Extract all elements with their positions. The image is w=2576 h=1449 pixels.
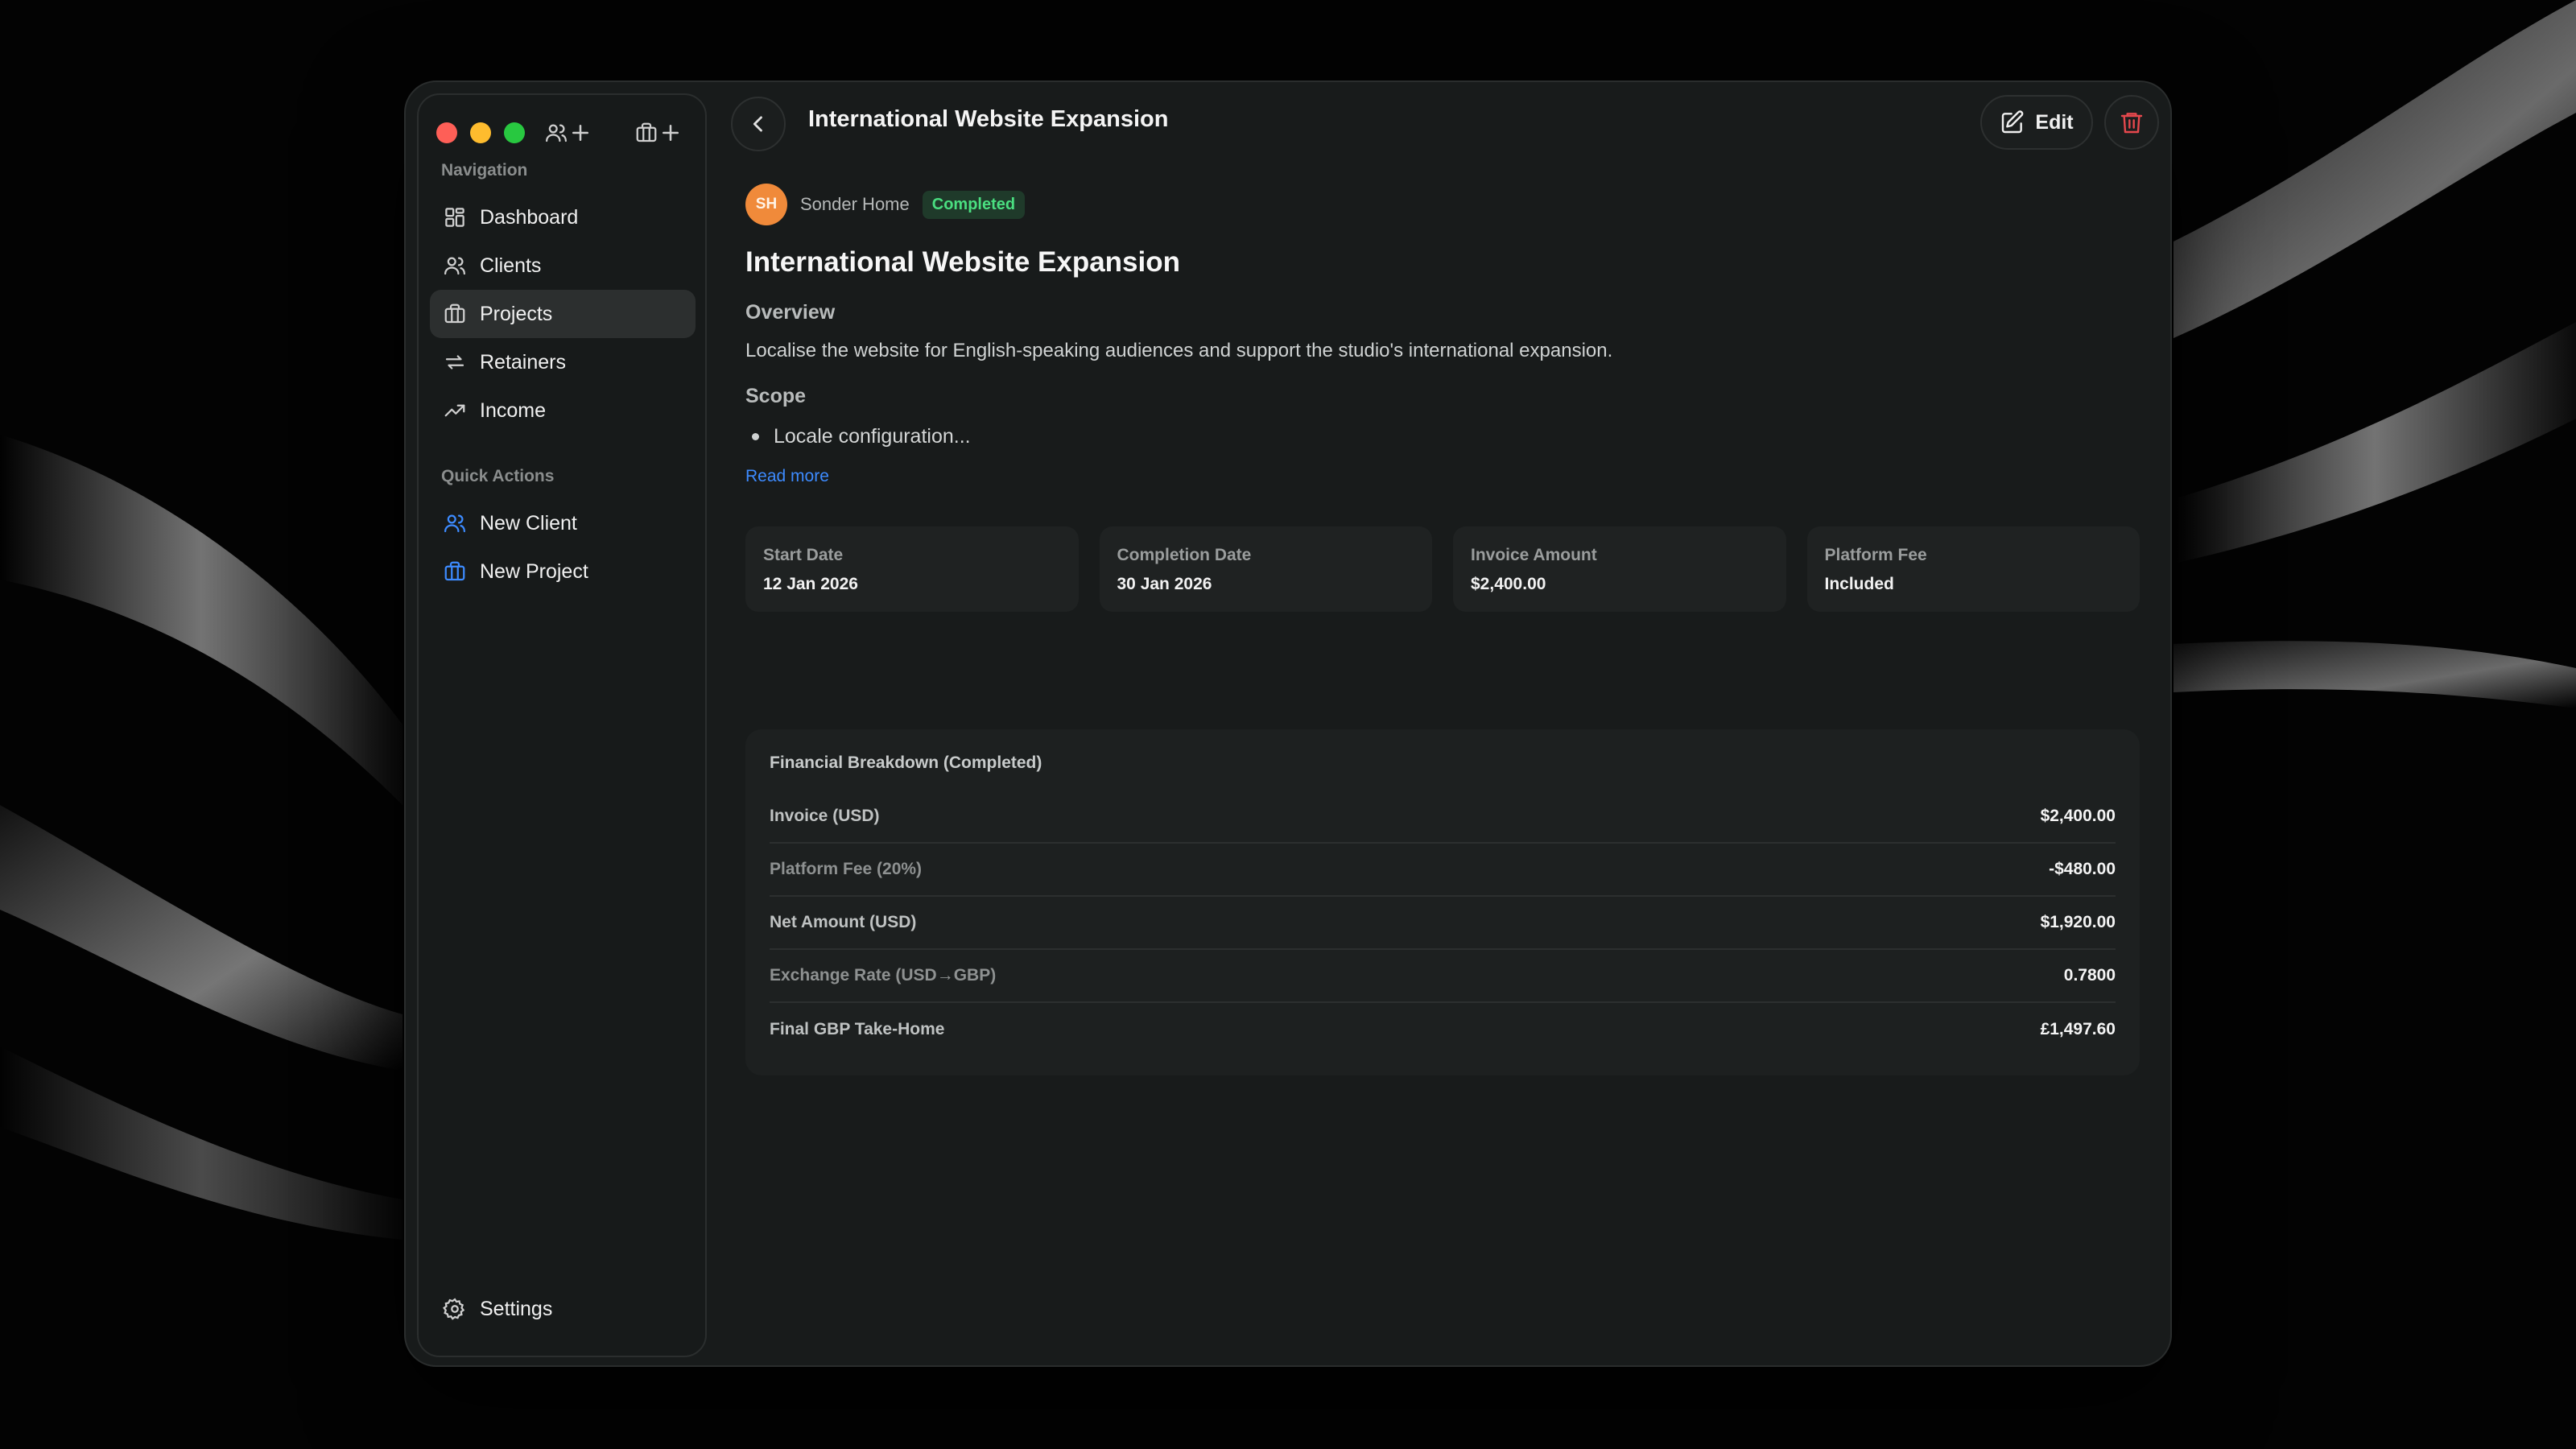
sidebar-item-label: Income	[480, 398, 546, 422]
briefcase-icon	[444, 561, 465, 581]
add-client-toolbar	[544, 118, 592, 148]
financial-breakdown: Financial Breakdown (Completed) Invoice …	[745, 729, 2140, 1075]
plus-icon	[572, 125, 588, 141]
table-row: Final GBP Take-Home £1,497.60	[770, 1003, 2116, 1056]
breakdown-value: $2,400.00	[2040, 807, 2116, 825]
edit-button-label: Edit	[2035, 110, 2074, 134]
bullet	[752, 433, 759, 440]
quick-action-label: New Client	[480, 511, 577, 535]
sidebar: Navigation Dashboard Clients Projects Re…	[417, 93, 707, 1357]
scope-item-text: Locale configuration...	[774, 425, 971, 448]
edit-icon	[2002, 110, 2024, 134]
stat-value: 12 Jan 2026	[763, 575, 858, 593]
client-name[interactable]: Sonder Home	[800, 194, 910, 215]
breakdown-value: £1,497.60	[2040, 1020, 2116, 1038]
table-row: Exchange Rate (USD→GBP) 0.7800	[770, 950, 2116, 1003]
add-project-toolbar	[634, 118, 683, 148]
overview-label: Overview	[745, 301, 836, 324]
edit-button[interactable]: Edit	[1980, 95, 2093, 150]
stat-value: Included	[1824, 575, 1894, 593]
breakdown-value: $1,920.00	[2040, 913, 2116, 931]
breakdown-label: Invoice (USD)	[770, 807, 880, 825]
sidebar-item-income[interactable]: Income	[430, 386, 696, 435]
window-controls	[436, 122, 525, 143]
table-row: Net Amount (USD) $1,920.00	[770, 897, 2116, 950]
breakdown-label: Net Amount (USD)	[770, 913, 917, 931]
briefcase-icon	[444, 303, 465, 324]
project-title: International Website Expansion	[745, 246, 1181, 278]
add-project-button[interactable]	[634, 118, 683, 148]
users-icon	[444, 514, 465, 533]
sidebar-item-clients[interactable]: Clients	[430, 242, 696, 290]
minimize-window-button[interactable]	[470, 122, 491, 143]
stat-card-platform-fee: Platform Fee Included	[1806, 526, 2140, 612]
users-icon	[444, 257, 465, 275]
sidebar-item-label: Settings	[480, 1297, 553, 1320]
dashboard-icon	[445, 208, 464, 227]
breakdown-label: Exchange Rate (USD→GBP)	[770, 966, 997, 985]
breakdown-value: -$480.00	[2049, 860, 2116, 878]
trash-icon	[2120, 113, 2143, 134]
scope-item: Locale configuration...	[752, 425, 971, 448]
stat-label: Completion Date	[1117, 546, 1252, 564]
read-more-link[interactable]: Read more	[745, 467, 829, 486]
close-window-button[interactable]	[436, 122, 457, 143]
sidebar-item-label: Dashboard	[480, 205, 579, 229]
quick-action-label: New Project	[480, 559, 588, 583]
zoom-window-button[interactable]	[504, 122, 525, 143]
sidebar-item-label: Clients	[480, 254, 542, 277]
stat-label: Start Date	[763, 546, 844, 564]
table-row: Platform Fee (20%) -$480.00	[770, 844, 2116, 897]
stat-card-completion-date: Completion Date 30 Jan 2026	[1099, 526, 1432, 612]
page-title: International Website Expansion	[808, 106, 1169, 132]
breakdown-title: Financial Breakdown (Completed)	[770, 753, 1042, 772]
sidebar-item-label: Retainers	[480, 350, 566, 374]
breakdown-label: Final GBP Take-Home	[770, 1020, 945, 1038]
scope-label: Scope	[745, 385, 807, 407]
breakdown-value: 0.7800	[2063, 966, 2116, 985]
sidebar-item-label: Projects	[480, 302, 553, 325]
client-row: SH Sonder Home Completed	[745, 184, 1026, 225]
chevron-left-icon	[753, 116, 762, 132]
sidebar-item-retainers[interactable]: Retainers	[430, 338, 696, 386]
sidebar-item-dashboard[interactable]: Dashboard	[430, 193, 696, 242]
briefcase-icon	[636, 122, 657, 142]
table-row: Invoice (USD) $2,400.00	[770, 791, 2116, 844]
quick-actions-heading: Quick Actions	[441, 467, 555, 485]
delete-button[interactable]	[2104, 95, 2159, 150]
new-project-button[interactable]: New Project	[430, 547, 696, 596]
sidebar-item-projects[interactable]: Projects	[430, 290, 696, 338]
status-badge: Completed	[922, 190, 1026, 219]
nav-heading: Navigation	[441, 161, 528, 180]
add-client-button[interactable]	[544, 118, 592, 148]
avatar: SH	[745, 184, 787, 225]
stats-row: Start Date 12 Jan 2026 Completion Date 3…	[745, 526, 2140, 612]
trending-up-icon	[444, 404, 465, 417]
plus-icon	[663, 125, 679, 141]
main-content: International Website Expansion Edit SH …	[721, 82, 2170, 1365]
users-icon	[546, 124, 567, 142]
repeat-icon	[445, 355, 464, 369]
stat-card-invoice-amount: Invoice Amount $2,400.00	[1453, 526, 1786, 612]
stat-card-start-date: Start Date 12 Jan 2026	[745, 526, 1079, 612]
stat-value: $2,400.00	[1471, 575, 1546, 593]
sidebar-item-settings[interactable]: Settings	[430, 1285, 696, 1333]
back-button[interactable]	[731, 97, 786, 151]
gear-icon	[443, 1298, 465, 1320]
breakdown-label: Platform Fee (20%)	[770, 860, 923, 878]
stat-label: Platform Fee	[1824, 546, 1927, 564]
overview-text: Localise the website for English-speakin…	[745, 340, 1613, 361]
stat-value: 30 Jan 2026	[1117, 575, 1212, 593]
new-client-button[interactable]: New Client	[430, 499, 696, 547]
stat-label: Invoice Amount	[1471, 546, 1597, 564]
app-window: Navigation Dashboard Clients Projects Re…	[404, 80, 2172, 1367]
